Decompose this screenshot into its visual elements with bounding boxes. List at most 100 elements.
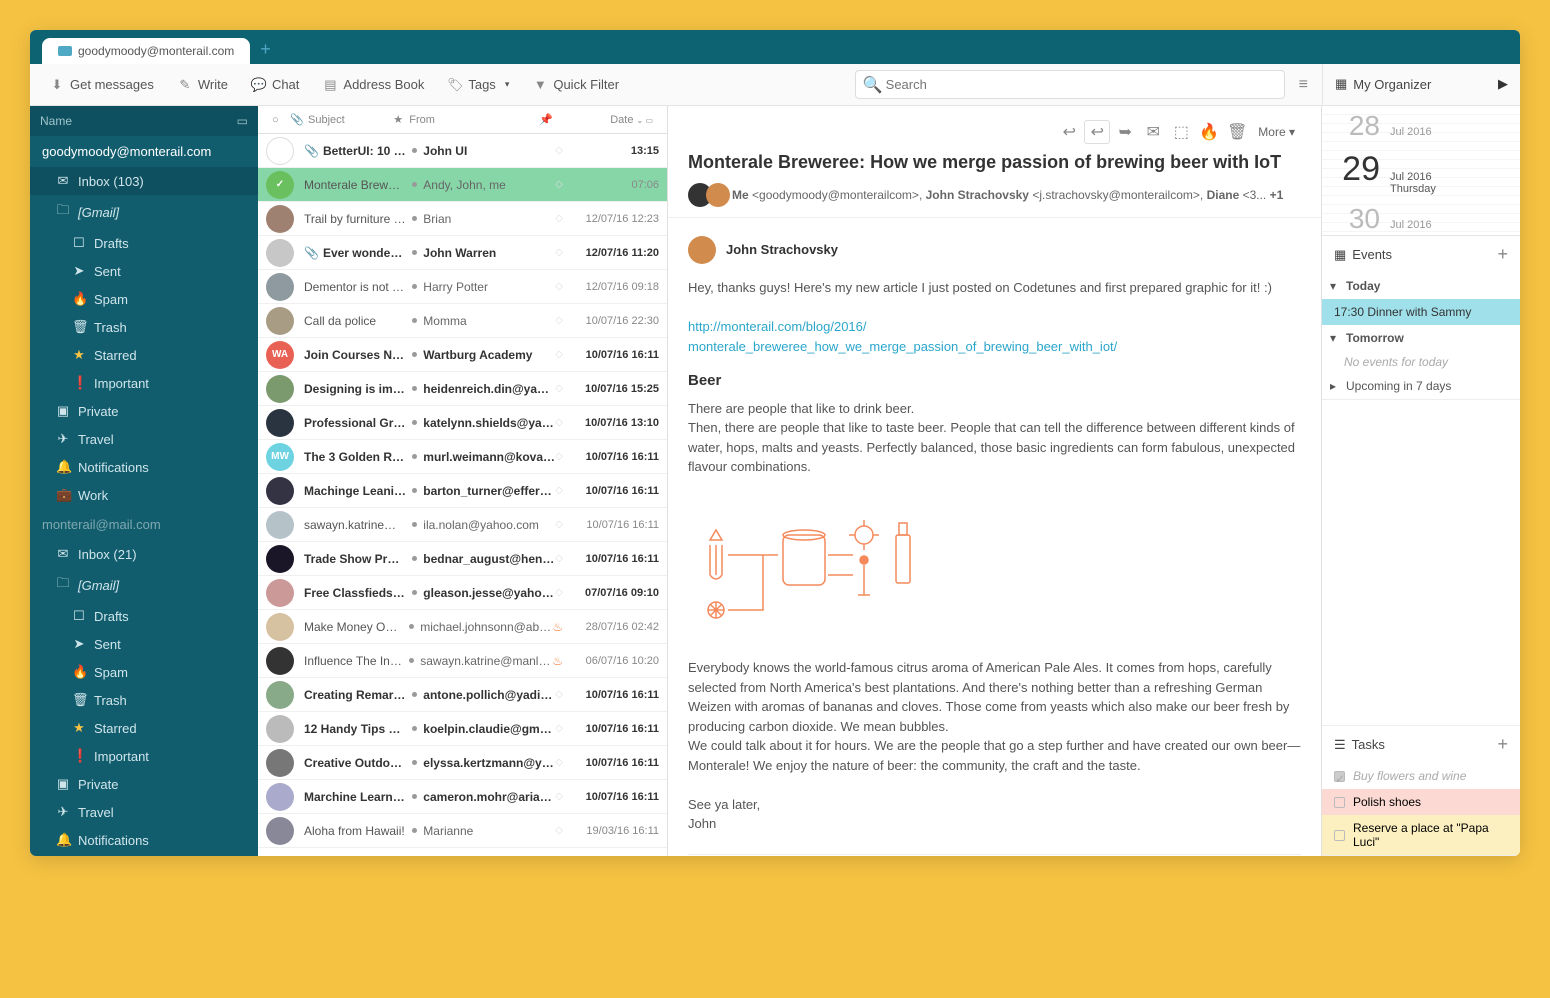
message-row[interactable]: MWThe 3 Golden Rules Proff...murl.weiman… — [258, 440, 667, 474]
sidebar-item[interactable]: ▣Private — [30, 770, 258, 798]
message-row[interactable]: Make Money Online Thr...michael.johnsonn… — [258, 610, 667, 644]
sidebar-item[interactable]: 💼Work — [30, 481, 258, 509]
message-row[interactable]: ✓Monterale Breweree: H...Andy, John, me◇… — [258, 168, 667, 202]
sidebar-item[interactable]: 🗑Trash — [30, 313, 258, 341]
sidebar-item[interactable]: ☐Drafts — [30, 229, 258, 257]
add-task-button[interactable]: + — [1497, 734, 1508, 755]
forward-button[interactable]: ➥ — [1112, 120, 1138, 144]
sidebar-item[interactable]: ✈Travel — [30, 425, 258, 453]
reply-preview[interactable]: Diane Woshynsky Hey, really nice article… — [688, 854, 1301, 857]
sidebar-item[interactable]: ➤Sent — [30, 630, 258, 658]
add-tab-button[interactable]: + — [250, 35, 281, 64]
add-event-button[interactable]: + — [1497, 244, 1508, 265]
card-icon[interactable]: ▭ — [237, 114, 248, 128]
date-column[interactable]: Date ⌄ ▭ — [559, 114, 659, 126]
message-from: elyssa.kertzmann@yahoo... — [423, 756, 555, 770]
subject-column[interactable]: Subject — [302, 114, 387, 126]
sidebar-item[interactable]: 🔥Spam — [30, 285, 258, 313]
message-row[interactable]: Trail by furniture as...Brian◇12/07/16 1… — [258, 202, 667, 236]
message-row[interactable]: Aloha from Hawaii!Marianne◇19/03/16 16:1… — [258, 814, 667, 848]
message-row[interactable]: Trade Show Promotionsbednar_august@hende… — [258, 542, 667, 576]
checkbox-icon[interactable] — [1334, 797, 1345, 808]
events-tomorrow[interactable]: ▾Tomorrow — [1322, 325, 1520, 351]
sidebar-item[interactable]: ❗Important — [30, 369, 258, 397]
sidebar-item[interactable]: ✉Inbox (21) — [30, 540, 258, 568]
sidebar-item[interactable]: 🔔Notifications — [30, 453, 258, 481]
message-row[interactable]: 📎BetterUI: 10 list...John UI◇13:15 — [258, 134, 667, 168]
message-row[interactable]: Machinge Leaning is ...barton_turner@eff… — [258, 474, 667, 508]
sidebar-item[interactable]: 🗀[Gmail] — [30, 568, 258, 602]
message-from: heidenreich.din@yaho... — [423, 382, 555, 396]
message-row[interactable]: Free Classfieds Using Th...gleason.jesse… — [258, 576, 667, 610]
sidebar-item[interactable]: 🗀[Gmail] — [30, 195, 258, 229]
sidebar-item[interactable]: 🗑Trash — [30, 686, 258, 714]
task-item[interactable]: Polish shoes — [1322, 789, 1520, 815]
sidebar-item[interactable]: 🔥Spam — [30, 658, 258, 686]
tags-button[interactable]: 🏷Tags▾ — [438, 71, 519, 98]
message-row[interactable]: Influence The Influence...sawayn.katrine… — [258, 644, 667, 678]
status-dot — [412, 386, 417, 391]
sidebar-item[interactable]: ✈Travel — [30, 798, 258, 826]
pin-column-icon[interactable]: 📌 — [533, 113, 559, 126]
message-row[interactable]: sawayn.katrine@manley...ila.nolan@yahoo.… — [258, 508, 667, 542]
event-item[interactable]: 17:30 Dinner with Sammy — [1322, 299, 1520, 325]
message-row[interactable]: Designing is importantheidenreich.din@ya… — [258, 372, 667, 406]
get-messages-button[interactable]: ⬇Get messages — [40, 71, 164, 98]
message-row[interactable]: Dementor is not that badHarry Potter◇12/… — [258, 270, 667, 304]
sidebar-item[interactable]: 💼Work — [30, 854, 258, 856]
task-item[interactable]: Reserve a place at "Papa Luci" — [1322, 815, 1520, 855]
message-row[interactable]: Creative Outdoor Adselyssa.kertzmann@yah… — [258, 746, 667, 780]
write-button[interactable]: ✎Write — [168, 71, 238, 98]
from-column[interactable]: From — [403, 114, 533, 126]
calendar-day[interactable]: 30Jul 2016 — [1322, 199, 1520, 239]
checkbox-icon[interactable] — [1334, 830, 1345, 841]
message-row[interactable]: WAJoin Courses Now!Wartburg Academy◇10/0… — [258, 338, 667, 372]
calendar-day[interactable]: 29Jul 2016Thursday — [1322, 146, 1520, 199]
menu-button[interactable]: ≡ — [1289, 70, 1318, 100]
sidebar-item[interactable]: ★Starred — [30, 714, 258, 742]
search-input[interactable] — [855, 70, 1285, 99]
body-link[interactable]: http://monterail.com/blog/2016/ monteral… — [688, 319, 1117, 354]
sidebar-item[interactable]: ☐Drafts — [30, 602, 258, 630]
message-row[interactable]: Call da policeMomma◇10/07/16 22:30 — [258, 304, 667, 338]
sidebar-item[interactable]: ▣Private — [30, 397, 258, 425]
events-header[interactable]: ▦Events+ — [1322, 236, 1520, 273]
task-item[interactable]: ✓Buy flowers and wine — [1322, 763, 1520, 789]
message-row[interactable]: Professional Graphic De...katelynn.shiel… — [258, 406, 667, 440]
sidebar-item[interactable]: ★Starred — [30, 341, 258, 369]
calendar-day[interactable]: 28Jul 2016 — [1322, 106, 1520, 146]
message-from: gleason.jesse@yahoo.com — [423, 586, 555, 600]
status-column-icon[interactable]: ★ — [387, 113, 403, 126]
message-from: ila.nolan@yahoo.com — [423, 518, 555, 532]
events-today[interactable]: ▾Today — [1322, 273, 1520, 299]
star-column-icon[interactable]: ○ — [266, 114, 284, 126]
expand-icon[interactable]: ▶ — [1498, 76, 1508, 92]
more-button[interactable]: More ▾ — [1252, 125, 1301, 139]
address-book-button[interactable]: ▤Address Book — [313, 71, 434, 98]
checkbox-icon[interactable]: ✓ — [1334, 771, 1345, 782]
sidebar-item[interactable]: ➤Sent — [30, 257, 258, 285]
delete-button[interactable]: 🗑 — [1224, 120, 1250, 144]
events-upcoming[interactable]: ▸Upcoming in 7 days — [1322, 373, 1520, 399]
reply-button[interactable]: ↩ — [1056, 120, 1082, 144]
sidebar-account[interactable]: monterail@mail.com — [30, 509, 258, 540]
sidebar-account[interactable]: goodymoody@monterail.com — [30, 136, 258, 167]
sidebar-item[interactable]: ❗Important — [30, 742, 258, 770]
archive-button[interactable]: ✉ — [1140, 120, 1166, 144]
reply-all-button[interactable]: ↩ — [1084, 120, 1110, 144]
quick-filter-button[interactable]: ▼Quick Filter — [523, 71, 629, 98]
message-row[interactable]: Creating Remarkable Po...antone.pollich@… — [258, 678, 667, 712]
sidebar-item[interactable]: 🔔Notifications — [30, 826, 258, 854]
attach-column-icon[interactable]: 📎 — [284, 113, 302, 126]
tasks-header[interactable]: ☰Tasks+ — [1322, 726, 1520, 763]
junk-button[interactable]: ⬚ — [1168, 120, 1194, 144]
message-row[interactable]: 12 Handy Tips For Gener...koelpin.claudi… — [258, 712, 667, 746]
message-subject: Influence The Influence... — [304, 654, 409, 668]
sidebar-item[interactable]: ✉Inbox (103) — [30, 167, 258, 195]
body-text: Everybody knows the world-famous citrus … — [688, 658, 1301, 736]
message-row[interactable]: Marchine Learning is ...cameron.mohr@ari… — [258, 780, 667, 814]
browser-tab[interactable]: goodymoody@monterail.com — [42, 38, 250, 64]
flame-button[interactable]: 🔥 — [1196, 120, 1222, 144]
chat-button[interactable]: 💬Chat — [242, 71, 309, 98]
message-row[interactable]: 📎Ever wondered abou...John Warren◇12/07/… — [258, 236, 667, 270]
